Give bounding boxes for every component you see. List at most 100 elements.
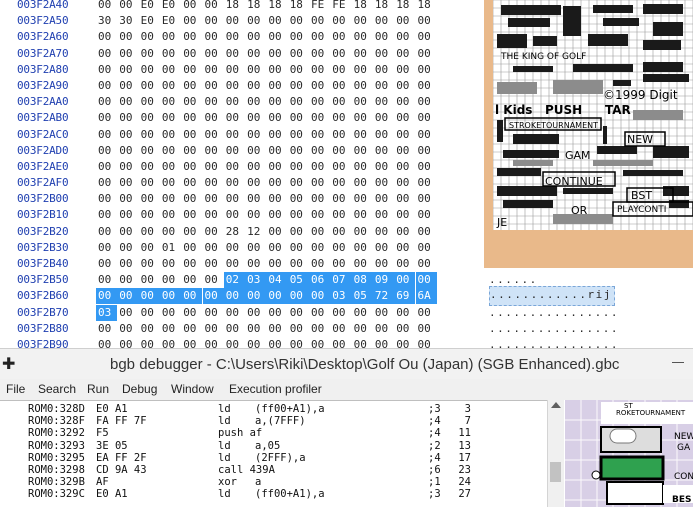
hex-byte[interactable]: 00 xyxy=(288,240,309,256)
hex-byte[interactable]: 00 xyxy=(394,256,415,272)
hex-byte[interactable]: 00 xyxy=(96,175,117,191)
hex-byte[interactable]: 00 xyxy=(139,143,160,159)
hex-byte[interactable]: 03 xyxy=(330,288,352,305)
hex-byte[interactable]: 00 xyxy=(224,191,245,207)
hex-byte[interactable]: 00 xyxy=(224,159,245,175)
hex-byte[interactable]: 00 xyxy=(117,127,138,143)
hex-byte[interactable]: 00 xyxy=(288,321,309,337)
hex-byte[interactable]: 00 xyxy=(96,94,117,110)
hex-byte[interactable]: 00 xyxy=(224,256,245,272)
hex-byte[interactable]: 00 xyxy=(223,288,246,305)
hex-byte[interactable]: 00 xyxy=(139,110,160,126)
hex-byte[interactable]: 00 xyxy=(181,321,202,337)
hex-byte[interactable]: 00 xyxy=(352,305,373,321)
hex-byte[interactable]: 18 xyxy=(352,0,373,13)
hex-byte[interactable]: 00 xyxy=(224,175,245,191)
hex-byte[interactable]: 00 xyxy=(203,29,224,45)
hex-byte[interactable]: 00 xyxy=(202,288,224,305)
hex-byte[interactable]: 00 xyxy=(309,256,330,272)
hex-byte[interactable]: 00 xyxy=(266,337,287,348)
hex-byte[interactable]: 00 xyxy=(224,62,245,78)
hex-byte[interactable]: 00 xyxy=(266,288,288,305)
hex-byte[interactable]: 00 xyxy=(159,288,182,305)
hex-byte[interactable]: 00 xyxy=(203,240,224,256)
hex-byte[interactable]: 00 xyxy=(160,94,181,110)
hex-byte[interactable]: 6A xyxy=(415,288,437,305)
hex-byte[interactable]: 00 xyxy=(96,62,117,78)
hex-byte[interactable]: 00 xyxy=(224,29,245,45)
hex-byte[interactable]: 00 xyxy=(266,127,287,143)
hex-byte[interactable]: 30 xyxy=(96,13,117,29)
hex-byte[interactable]: 00 xyxy=(139,94,160,110)
hex-byte[interactable]: 00 xyxy=(394,13,415,29)
hex-byte[interactable]: 00 xyxy=(160,78,181,94)
hex-byte[interactable]: 00 xyxy=(266,13,287,29)
hex-byte[interactable]: 00 xyxy=(96,272,117,288)
hex-byte[interactable]: 00 xyxy=(352,94,373,110)
hex-byte[interactable]: 00 xyxy=(288,175,309,191)
disasm-row[interactable]: ROM0:329B AF xor a ;1 24 xyxy=(0,476,547,488)
hex-byte[interactable]: 00 xyxy=(224,207,245,223)
hex-ascii-text[interactable]: ............rij xyxy=(489,286,615,307)
hex-byte[interactable]: 00 xyxy=(224,240,245,256)
hex-byte[interactable]: 00 xyxy=(288,256,309,272)
hex-byte[interactable]: 00 xyxy=(224,321,245,337)
hex-byte[interactable]: 00 xyxy=(117,110,138,126)
hex-byte[interactable]: FE xyxy=(309,0,330,13)
hex-byte[interactable]: 00 xyxy=(330,224,351,240)
hex-byte[interactable]: 00 xyxy=(245,110,266,126)
hex-byte[interactable]: 00 xyxy=(224,46,245,62)
debugger-title-bar[interactable]: ✚ bgb debugger - C:\Users\Riki\Desktop\G… xyxy=(0,348,693,379)
hex-byte[interactable]: 00 xyxy=(203,337,224,348)
hex-byte[interactable]: 00 xyxy=(266,305,287,321)
hex-byte[interactable]: 00 xyxy=(203,13,224,29)
hex-byte[interactable]: 00 xyxy=(96,143,117,159)
hex-byte[interactable]: 00 xyxy=(309,143,330,159)
hex-byte[interactable]: 00 xyxy=(288,143,309,159)
hex-byte[interactable]: 00 xyxy=(139,46,160,62)
hex-byte[interactable]: 00 xyxy=(288,29,309,45)
hex-byte[interactable]: 00 xyxy=(330,62,351,78)
hex-byte[interactable]: 00 xyxy=(416,29,437,45)
hex-byte[interactable]: 00 xyxy=(245,46,266,62)
hex-byte[interactable]: 00 xyxy=(330,143,351,159)
hex-byte[interactable]: E0 xyxy=(160,13,181,29)
menu-window[interactable]: Window xyxy=(171,382,214,396)
hex-byte[interactable]: 00 xyxy=(373,159,394,175)
hex-byte[interactable]: 00 xyxy=(288,13,309,29)
hex-byte[interactable]: 00 xyxy=(203,94,224,110)
hex-byte[interactable]: 00 xyxy=(352,110,373,126)
hex-byte[interactable]: 00 xyxy=(203,62,224,78)
hex-byte[interactable]: 05 xyxy=(287,272,309,289)
hex-byte[interactable]: 00 xyxy=(394,94,415,110)
hex-ascii-text[interactable]: ................ xyxy=(489,321,619,337)
hex-byte[interactable]: 00 xyxy=(139,272,160,288)
hex-byte[interactable]: 00 xyxy=(160,272,181,288)
minimize-icon[interactable] xyxy=(672,352,684,363)
hex-byte[interactable]: 00 xyxy=(352,127,373,143)
hex-byte[interactable]: 30 xyxy=(117,13,138,29)
hex-byte[interactable]: 00 xyxy=(139,29,160,45)
hex-byte[interactable]: 00 xyxy=(181,94,202,110)
hex-byte[interactable]: 00 xyxy=(266,175,287,191)
hex-byte[interactable]: 00 xyxy=(139,127,160,143)
hex-byte[interactable]: 00 xyxy=(203,272,224,288)
hex-byte[interactable]: 00 xyxy=(394,78,415,94)
hex-byte[interactable]: 00 xyxy=(330,305,351,321)
hex-byte[interactable]: 00 xyxy=(203,0,224,13)
hex-byte[interactable]: 00 xyxy=(203,46,224,62)
hex-byte[interactable]: 00 xyxy=(266,240,287,256)
disassembly-view[interactable]: ROM0:328D E0 A1 ld (ff00+A1),a ;3 3 ROM0:328F F… xyxy=(0,400,547,508)
hex-byte[interactable]: 00 xyxy=(181,143,202,159)
hex-byte[interactable]: 00 xyxy=(288,337,309,348)
hex-byte[interactable]: 00 xyxy=(266,46,287,62)
hex-byte[interactable]: 00 xyxy=(309,62,330,78)
hex-byte[interactable]: 00 xyxy=(416,46,437,62)
hex-byte[interactable]: 00 xyxy=(373,207,394,223)
hex-byte[interactable]: 00 xyxy=(203,256,224,272)
hex-byte[interactable]: 18 xyxy=(266,0,287,13)
hex-byte[interactable]: E0 xyxy=(160,0,181,13)
hex-byte[interactable]: 00 xyxy=(160,175,181,191)
hex-byte[interactable]: 00 xyxy=(224,13,245,29)
hex-byte[interactable]: 00 xyxy=(245,321,266,337)
